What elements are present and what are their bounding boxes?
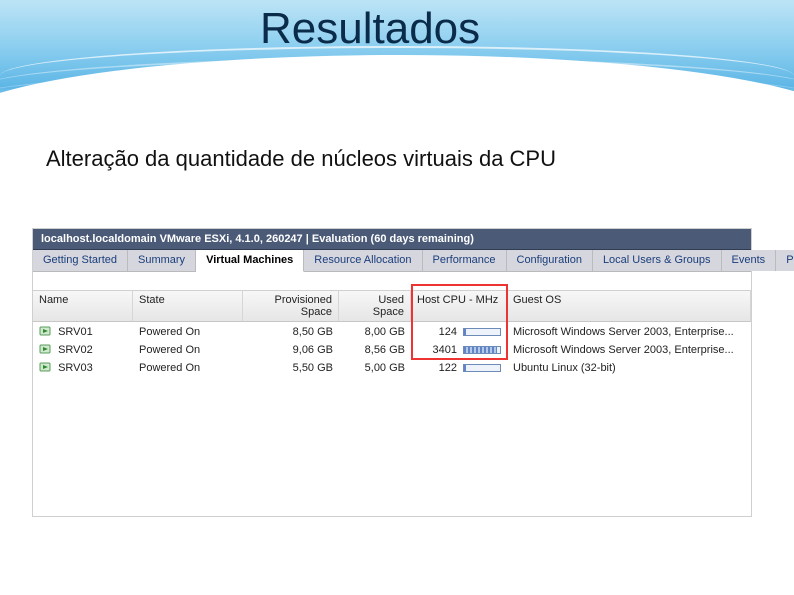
vm-name: SRV03 xyxy=(58,362,93,374)
col-provisioned[interactable]: Provisioned Space xyxy=(243,290,339,322)
vm-name: SRV02 xyxy=(58,344,93,356)
col-host-cpu[interactable]: Host CPU - MHz xyxy=(411,290,507,322)
col-guest-os[interactable]: Guest OS xyxy=(507,290,751,322)
table-row[interactable]: SRV02 Powered On 9,06 GB 8,56 GB 3401 Mi… xyxy=(33,340,751,358)
page-subtitle: Alteração da quantidade de núcleos virtu… xyxy=(46,146,556,172)
grid-empty-area xyxy=(33,376,751,516)
tab-events[interactable]: Events xyxy=(722,250,777,271)
tab-permissions-truncated[interactable]: Pe xyxy=(776,250,794,271)
toolbar-gap xyxy=(33,272,751,290)
table-row[interactable]: SRV01 Powered On 8,50 GB 8,00 GB 124 Mic… xyxy=(33,322,751,340)
vm-powered-on-icon xyxy=(39,361,51,373)
cell-used: 8,00 GB xyxy=(339,323,411,341)
cpu-bar xyxy=(463,328,501,336)
tab-local-users-groups[interactable]: Local Users & Groups xyxy=(593,250,722,271)
tab-resource-allocation[interactable]: Resource Allocation xyxy=(304,250,422,271)
vm-powered-on-icon xyxy=(39,343,51,355)
cell-cpu: 122 xyxy=(411,359,507,377)
cell-used: 5,00 GB xyxy=(339,359,411,377)
tab-summary[interactable]: Summary xyxy=(128,250,196,271)
cell-provisioned: 5,50 GB xyxy=(243,359,339,377)
host-identifier-bar: localhost.localdomain VMware ESXi, 4.1.0… xyxy=(33,229,751,250)
col-state[interactable]: State xyxy=(133,290,243,322)
tab-getting-started[interactable]: Getting Started xyxy=(33,250,128,271)
cpu-value: 3401 xyxy=(423,344,457,356)
cell-used: 8,56 GB xyxy=(339,341,411,359)
tab-performance[interactable]: Performance xyxy=(423,250,507,271)
cell-guest: Ubuntu Linux (32-bit) xyxy=(507,359,751,377)
cell-guest: Microsoft Windows Server 2003, Enterpris… xyxy=(507,323,751,341)
cpu-value: 122 xyxy=(423,362,457,374)
vsphere-screenshot: localhost.localdomain VMware ESXi, 4.1.0… xyxy=(32,228,752,517)
cell-state: Powered On xyxy=(133,323,243,341)
grid-header: Name State Provisioned Space Used Space … xyxy=(33,290,751,322)
tab-configuration[interactable]: Configuration xyxy=(507,250,593,271)
cpu-bar xyxy=(463,364,501,372)
cell-cpu: 3401 xyxy=(411,341,507,359)
cell-state: Powered On xyxy=(133,341,243,359)
tab-virtual-machines[interactable]: Virtual Machines xyxy=(196,250,304,272)
cell-state: Powered On xyxy=(133,359,243,377)
vm-powered-on-icon xyxy=(39,325,51,337)
cell-cpu: 124 xyxy=(411,323,507,341)
col-name[interactable]: Name xyxy=(33,290,133,322)
vm-name: SRV01 xyxy=(58,326,93,338)
table-row[interactable]: SRV03 Powered On 5,50 GB 5,00 GB 122 Ubu… xyxy=(33,358,751,376)
cell-provisioned: 9,06 GB xyxy=(243,341,339,359)
cell-guest: Microsoft Windows Server 2003, Enterpris… xyxy=(507,341,751,359)
cell-provisioned: 8,50 GB xyxy=(243,323,339,341)
cell-name: SRV03 xyxy=(33,358,133,377)
tab-strip: Getting Started Summary Virtual Machines… xyxy=(33,250,751,272)
slide: Resultados Alteração da quantidade de nú… xyxy=(0,0,794,595)
cpu-bar xyxy=(463,346,501,354)
cpu-value: 124 xyxy=(423,326,457,338)
cell-name: SRV02 xyxy=(33,340,133,359)
page-title: Resultados xyxy=(260,4,480,54)
cell-name: SRV01 xyxy=(33,322,133,341)
col-used-space[interactable]: Used Space xyxy=(339,290,411,322)
